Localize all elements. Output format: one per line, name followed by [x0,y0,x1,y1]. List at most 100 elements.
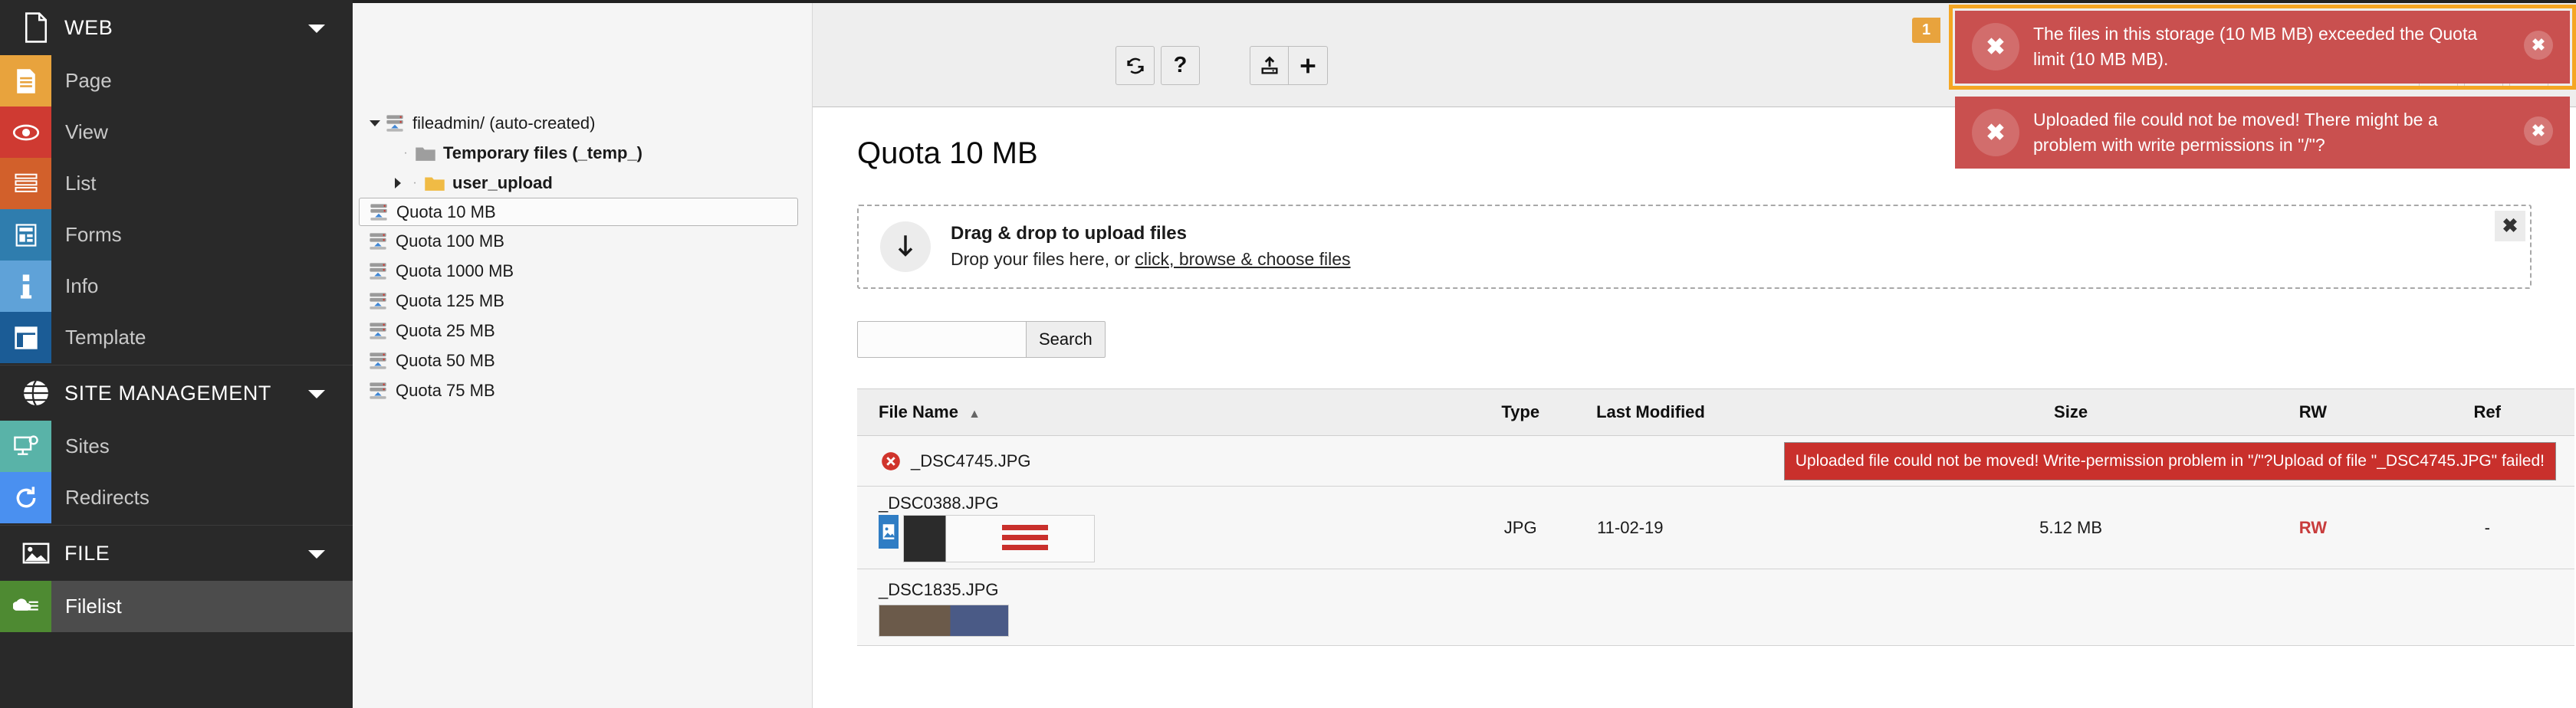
sidebar-item-sites-label: Sites [65,434,110,458]
tree-node-quota-75-mb[interactable]: Quota 75 MB [353,375,812,405]
search-button[interactable]: Search [1026,321,1106,358]
column-header-last-modified[interactable]: Last Modified [1596,389,1916,436]
notification-upload-failed[interactable]: ✖ Uploaded file could not be moved! Ther… [1955,97,2570,169]
column-header-type[interactable]: Type [1444,389,1596,436]
tree-node-label: Temporary files (_temp_) [443,143,642,163]
question-mark-icon: ? [1174,53,1188,78]
sidebar-item-sites[interactable]: Sites [0,421,353,472]
template-icon [0,312,51,363]
sidebar-item-forms-label: Forms [65,223,122,247]
notification-close-button[interactable]: ✖ [2524,116,2553,146]
sidebar-item-redirects-label: Redirects [65,486,150,510]
tree-node-temporary-files[interactable]: · Temporary files (_temp_) [353,138,812,168]
tree-node-quota-25-mb[interactable]: Quota 25 MB [353,316,812,346]
folder-gray-icon [414,145,437,162]
sidebar-item-page[interactable]: Page [0,55,353,107]
new-button[interactable] [1289,46,1328,85]
chevron-down-icon[interactable] [308,550,325,559]
sidebar-item-view-label: View [65,120,108,144]
chevron-right-icon[interactable] [389,178,406,188]
tree-guide-line: · [406,176,423,190]
file-thumbnail[interactable] [903,515,1095,562]
image-icon [20,537,52,569]
docheader-left-buttons: ? [1116,46,1206,85]
table-row[interactable]: _DSC0388.JPG [857,487,2574,569]
sidebar-item-forms[interactable]: Forms [0,209,353,261]
file-modified-cell [1596,569,1916,646]
tree-node-label: Quota 10 MB [396,202,496,222]
help-button[interactable]: ? [1161,46,1200,85]
info-icon [0,261,51,312]
tree-node-quota-125-mb[interactable]: Quota 125 MB [353,286,812,316]
sidebar-item-template[interactable]: Template [0,312,353,363]
table-row[interactable]: _DSC1835.JPG [857,569,2574,646]
tree-node-quota-100-mb[interactable]: Quota 100 MB [353,226,812,256]
drag-drop-subtitle: Drop your files here, or click, browse &… [951,246,1351,273]
browse-choose-files-link[interactable]: click, browse & choose files [1135,249,1350,269]
redirects-icon [0,472,51,523]
file-size-cell [1916,569,2226,646]
table-header-row: File Name ▲ Type Last Modified Size RW R… [857,389,2574,436]
file-rw-label: RW [2299,518,2327,537]
nav-section-site-management[interactable]: SITE MANAGEMENT [0,365,353,421]
chevron-down-icon[interactable] [308,25,325,33]
tree-node-label: Quota 25 MB [396,321,495,341]
file-name-cell[interactable]: _DSC0388.JPG [857,487,1444,569]
folder-yellow-icon [423,175,446,192]
globe-icon [20,377,52,409]
error-x-icon: ✖ [1972,23,2019,70]
nav-section-file-label: FILE [64,542,110,565]
column-header-ref[interactable]: Ref [2400,389,2574,436]
close-upload-zone-button[interactable]: ✖ [2495,211,2525,241]
tree-node-user-upload[interactable]: · user_upload [353,168,812,198]
notification-message: The files in this storage (10 MB MB) exc… [2033,21,2493,73]
table-row[interactable]: _DSC4745.JPG Uploaded file could not be … [857,436,2574,487]
file-type-cell: JPG [1444,487,1596,569]
file-rw-cell [2226,569,2400,646]
sidebar-item-list[interactable]: List [0,158,353,209]
storage-icon [366,291,389,311]
close-icon: ✖ [2502,215,2518,238]
nav-section-web[interactable]: WEB [0,0,353,55]
reload-button[interactable] [1116,46,1155,85]
tree-node-label: Quota 75 MB [396,381,495,401]
error-circle-icon [879,451,903,471]
column-header-rw[interactable]: RW [2226,389,2400,436]
file-name-cell[interactable]: _DSC4745.JPG [857,436,1444,487]
download-arrow-icon [880,221,931,272]
tree-node-quota-50-mb[interactable]: Quota 50 MB [353,346,812,375]
sidebar-item-filelist[interactable]: Filelist [0,581,353,632]
file-list-table-head: File Name ▲ Type Last Modified Size RW R… [857,389,2574,436]
tree-node-quota-1000-mb[interactable]: Quota 1000 MB [353,256,812,286]
storage-icon [366,321,389,341]
search-input[interactable] [857,321,1026,358]
sidebar-item-redirects[interactable]: Redirects [0,472,353,523]
tree-node-quota-10-mb[interactable]: Quota 10 MB [359,198,798,226]
row-error-cell: Uploaded file could not be moved! Write-… [1596,436,2574,487]
notification-close-button[interactable]: ✖ [2524,31,2553,60]
file-modified-cell: 11-02-19 [1596,487,1916,569]
notification-wrapper: ✖ Uploaded file could not be moved! Ther… [1953,97,2572,169]
column-header-file-name[interactable]: File Name ▲ [857,389,1444,436]
upload-button[interactable] [1250,46,1289,85]
notification-message: Uploaded file could not be moved! There … [2033,107,2493,159]
file-size-cell: 5.12 MB [1916,487,2226,569]
file-name-cell[interactable]: _DSC1835.JPG [857,569,1444,646]
file-thumbnail[interactable] [879,605,1009,637]
content-area: Quota 10 MB Drag & drop to upload files … [813,107,2576,646]
close-icon: ✖ [2532,35,2545,55]
chevron-down-icon[interactable] [366,120,383,126]
notification-count-badge: 1 [1912,18,1940,43]
tree-node-fileadmin[interactable]: fileadmin/ (auto-created) [353,108,812,138]
sidebar-item-list-label: List [65,172,96,195]
drag-drop-upload-zone[interactable]: Drag & drop to upload files Drop your fi… [857,205,2532,289]
plus-icon [1297,55,1319,77]
nav-section-file[interactable]: FILE [0,526,353,581]
chevron-down-icon[interactable] [308,390,325,398]
column-header-size[interactable]: Size [1916,389,2226,436]
storage-icon [366,231,389,251]
sidebar-item-info[interactable]: Info [0,261,353,312]
storage-icon [383,113,406,133]
notification-quota-exceeded[interactable]: ✖ The files in this storage (10 MB MB) e… [1955,11,2570,84]
sidebar-item-view[interactable]: View [0,107,353,158]
